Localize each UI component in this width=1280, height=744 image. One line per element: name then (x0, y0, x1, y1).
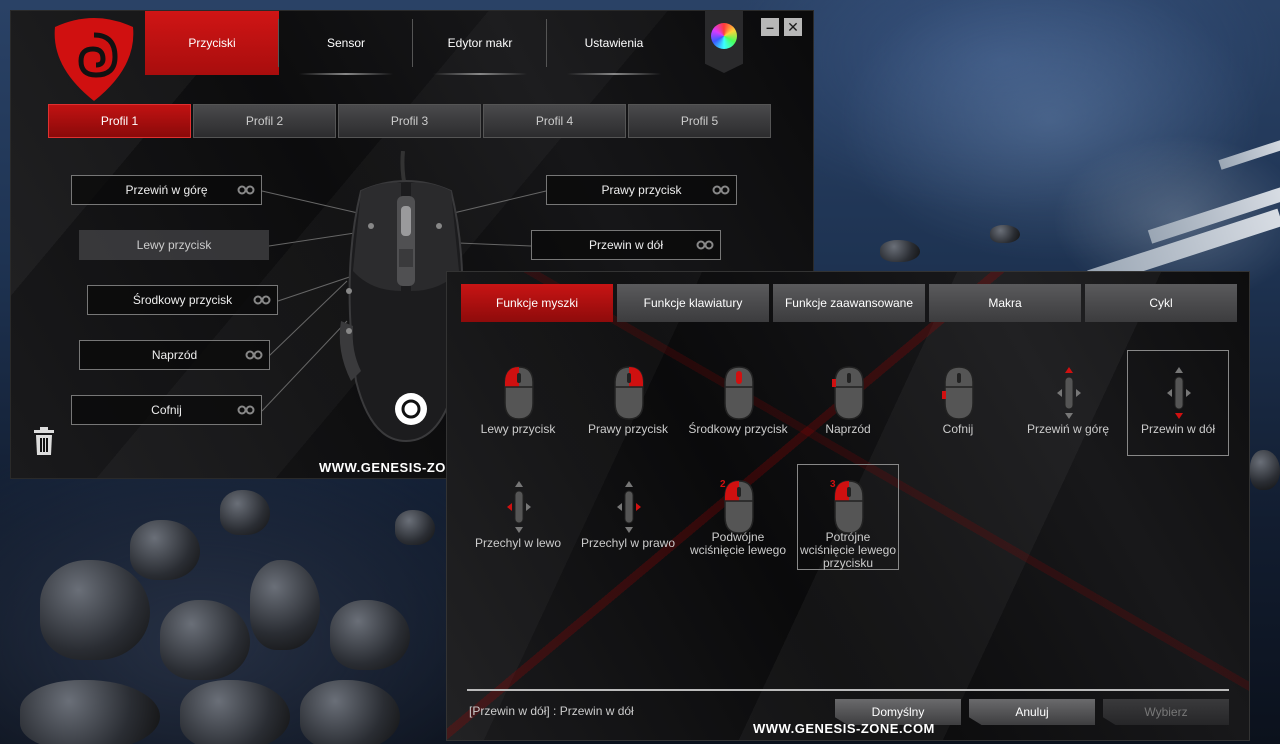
function-tabs: Funkcje myszki Funkcje klawiatury Funkcj… (461, 284, 1237, 322)
function-label: Potrójne wciśnięcie lewego przycisku (799, 530, 897, 570)
double-click-badge: 2 (720, 479, 726, 490)
function-label: Przechyl w prawo (580, 536, 676, 550)
mouse-back-icon (942, 366, 974, 420)
tab-macros[interactable]: Makra (929, 284, 1081, 322)
function-left-click[interactable]: Lewy przycisk (467, 350, 569, 456)
binding-label: Cofnij (151, 403, 182, 417)
genesis-logo-icon (54, 18, 134, 101)
close-button[interactable]: ✕ (784, 18, 802, 36)
binding-forward[interactable]: Naprzód (79, 340, 270, 370)
function-forward[interactable]: Naprzód (797, 350, 899, 456)
tab-buttons[interactable]: Przyciski (145, 11, 279, 75)
website-label: WWW.GENESIS-ZONE.COM (753, 721, 935, 736)
link-icon (696, 240, 714, 250)
tab-keyboard-functions[interactable]: Funkcje klawiatury (617, 284, 769, 322)
binding-label: Lewy przycisk (136, 238, 212, 252)
mouse-middle-click-icon (724, 366, 754, 420)
profile-tab-3[interactable]: Profil 3 (338, 104, 481, 138)
function-label: Przewin w dół (1140, 422, 1216, 436)
tab-cycle[interactable]: Cykl (1085, 284, 1237, 322)
binding-left-button[interactable]: Lewy przycisk (79, 230, 269, 260)
function-tilt-right[interactable]: Przechyl w prawo (577, 464, 679, 570)
functions-window: Funkcje myszki Funkcje klawiatury Funkcj… (446, 271, 1250, 741)
scroll-up-icon (1057, 367, 1081, 419)
tab-settings[interactable]: Ustawienia (547, 11, 681, 75)
function-scroll-down[interactable]: Przewin w dół (1127, 350, 1229, 456)
binding-scroll-up[interactable]: Przewiń w górę (71, 175, 262, 205)
lighting-tab[interactable] (705, 11, 743, 73)
link-icon (245, 350, 263, 360)
status-text: [Przewin w dół] : Przewin w dół (469, 704, 634, 718)
function-middle-click[interactable]: Środkowy przycisk (687, 350, 789, 456)
profile-tab-2[interactable]: Profil 2 (193, 104, 336, 138)
function-tilt-left[interactable]: Przechyl w lewo (467, 464, 569, 570)
link-icon (712, 185, 730, 195)
tab-advanced-functions[interactable]: Funkcje zaawansowane (773, 284, 925, 322)
tab-sensor[interactable]: Sensor (279, 11, 413, 75)
binding-label: Przewin w dół (588, 238, 664, 252)
function-label: Przechyl w lewo (474, 536, 562, 550)
function-label: Środkowy przycisk (688, 422, 788, 436)
double-click-icon: 2 (720, 479, 754, 534)
tab-macro-editor[interactable]: Edytor makr (413, 11, 547, 75)
function-back[interactable]: Cofnij (907, 350, 1009, 456)
profile-tab-1[interactable]: Profil 1 (48, 104, 191, 138)
binding-label: Prawy przycisk (601, 183, 682, 197)
function-label: Podwójne wciśnięcie lewego (689, 530, 787, 557)
binding-label: Naprzód (151, 348, 198, 362)
link-icon (237, 405, 255, 415)
binding-middle-button[interactable]: Środkowy przycisk (87, 285, 278, 315)
main-tabs: Przyciski Sensor Edytor makr Ustawienia (145, 11, 681, 75)
profile-tab-4[interactable]: Profil 4 (483, 104, 626, 138)
binding-right-button[interactable]: Prawy przycisk (546, 175, 737, 205)
select-button[interactable]: Wybierz (1103, 699, 1229, 725)
binding-label: Środkowy przycisk (132, 293, 233, 307)
cancel-button[interactable]: Anuluj (969, 699, 1095, 725)
tab-mouse-functions[interactable]: Funkcje myszki (461, 284, 613, 322)
mouse-right-click-icon (614, 366, 644, 420)
triple-click-icon: 3 (830, 479, 864, 534)
function-scroll-up[interactable]: Przewiń w górę (1017, 350, 1119, 456)
minimize-button[interactable]: – (761, 18, 779, 36)
mouse-forward-icon (832, 366, 864, 420)
profile-tab-5[interactable]: Profil 5 (628, 104, 771, 138)
function-label: Cofnij (942, 422, 974, 436)
link-icon (253, 295, 271, 305)
function-right-click[interactable]: Prawy przycisk (577, 350, 679, 456)
binding-scroll-down[interactable]: Przewin w dół (531, 230, 721, 260)
color-wheel-icon (711, 23, 737, 49)
triple-click-badge: 3 (830, 479, 836, 490)
function-triple-click[interactable]: 3 Potrójne wciśnięcie lewego przycisku (797, 464, 899, 570)
function-label: Naprzód (825, 422, 871, 436)
profile-tabs: Profil 1 Profil 2 Profil 3 Profil 4 Prof… (48, 104, 771, 138)
tilt-right-icon (617, 481, 641, 533)
binding-label: Przewiń w górę (125, 183, 208, 197)
trash-icon[interactable] (33, 427, 55, 455)
mouse-left-click-icon (504, 366, 534, 420)
scroll-down-icon (1167, 367, 1191, 419)
function-label: Przewiń w górę (1026, 422, 1110, 436)
function-label: Prawy przycisk (587, 422, 668, 436)
tilt-left-icon (507, 481, 531, 533)
function-label: Lewy przycisk (480, 422, 556, 436)
binding-back[interactable]: Cofnij (71, 395, 262, 425)
function-double-click[interactable]: 2 Podwójne wciśnięcie lewego (687, 464, 789, 570)
link-icon (237, 185, 255, 195)
footer-divider (467, 689, 1229, 691)
